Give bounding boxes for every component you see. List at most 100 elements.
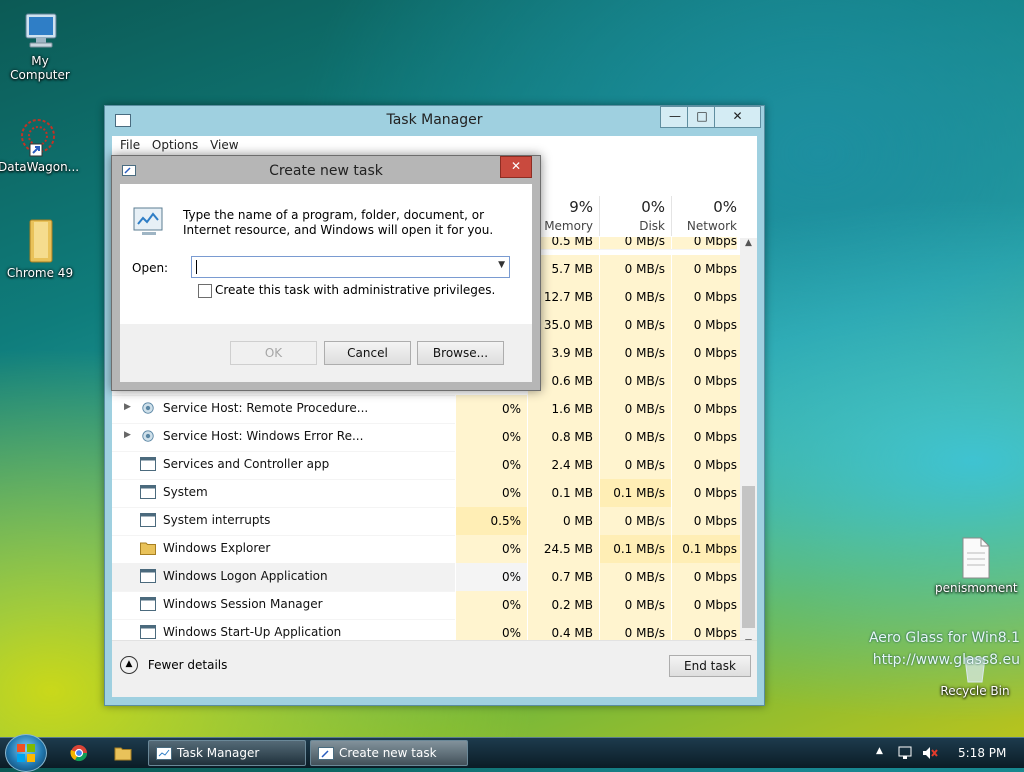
scroll-up-icon[interactable]: ▲ xyxy=(740,238,757,248)
computer-icon xyxy=(25,13,57,48)
network-cell: 0 Mbps xyxy=(671,367,743,395)
chevron-down-icon[interactable]: ▼ xyxy=(498,260,505,270)
memory-cell: 0.8 MB xyxy=(527,423,599,451)
desktop-icon-label: My Computer xyxy=(10,54,70,82)
network-cell: 0 Mbps xyxy=(671,563,743,591)
start-button[interactable] xyxy=(5,734,47,772)
scrollbar-thumb[interactable] xyxy=(742,486,755,628)
close-button[interactable]: ✕ xyxy=(714,106,761,128)
desktop-icon-label: Recycle Bin xyxy=(940,684,1010,698)
dialog-upper-panel: Type the name of a program, folder, docu… xyxy=(120,184,532,324)
text-file-icon xyxy=(962,537,990,579)
disk-cell: 0 MB/s xyxy=(599,339,671,367)
column-header-disk[interactable]: 0% Disk xyxy=(599,196,671,236)
network-cell: 0 Mbps xyxy=(671,339,743,367)
table-row[interactable]: Windows Explorer 0% 24.5 MB 0.1 MB/s 0.1… xyxy=(112,535,743,564)
gear-icon xyxy=(142,430,154,442)
table-row[interactable]: System 0% 0.1 MB 0.1 MB/s 0 Mbps xyxy=(112,479,743,508)
disk-cell: 0.1 MB/s xyxy=(599,535,671,563)
process-name: System interrupts xyxy=(163,513,271,527)
disk-cell: 0 MB/s xyxy=(599,507,671,535)
watermark-line1: Aero Glass for Win8.1 xyxy=(868,630,1020,646)
memory-cell: 2.4 MB xyxy=(527,451,599,479)
fewer-details-button[interactable]: ▲ Fewer details xyxy=(120,656,227,674)
dialog-titlebar[interactable]: Create new task ✕ xyxy=(112,156,540,184)
menu-file[interactable]: File xyxy=(120,138,140,152)
dialog-description: Type the name of a program, folder, docu… xyxy=(183,208,494,237)
expand-arrow-icon[interactable]: ▶ xyxy=(124,402,131,412)
table-row[interactable]: Windows Session Manager 0% 0.2 MB 0 MB/s… xyxy=(112,591,743,620)
open-input[interactable] xyxy=(196,260,197,274)
maximize-button[interactable]: □ xyxy=(687,106,717,128)
process-name: Windows Session Manager xyxy=(163,597,323,611)
admin-privileges-checkbox[interactable] xyxy=(198,284,212,298)
minimize-button[interactable]: — xyxy=(660,106,690,128)
network-icon[interactable] xyxy=(898,746,914,760)
network-cell: 0 Mbps xyxy=(671,451,743,479)
network-cell: 0 Mbps xyxy=(671,395,743,423)
taskbar-item-create-new-task[interactable]: Create new task xyxy=(310,740,468,766)
watermark-line2: http://www.glass8.eu xyxy=(872,652,1020,668)
table-row[interactable]: System interrupts 0.5% 0 MB 0 MB/s 0 Mbp… xyxy=(112,507,743,536)
disk-cell: 0 MB/s xyxy=(599,395,671,423)
process-name: Service Host: Windows Error Re... xyxy=(163,429,364,443)
admin-privileges-label: Create this task with administrative pri… xyxy=(215,283,496,297)
table-row[interactable]: ▶ Service Host: Windows Error Re... 0% 0… xyxy=(112,423,743,452)
folder-icon xyxy=(29,219,53,263)
end-task-button[interactable]: End task xyxy=(669,655,751,677)
browse-button[interactable]: Browse... xyxy=(417,341,504,365)
memory-cell: 1.6 MB xyxy=(527,395,599,423)
disk-cell: 0.1 MB/s xyxy=(599,479,671,507)
file-explorer-icon[interactable] xyxy=(114,745,132,761)
network-cell: 0 Mbps xyxy=(671,423,743,451)
column-header-network[interactable]: 0% Network xyxy=(671,196,743,236)
disk-cell: 0 MB/s xyxy=(599,255,671,283)
show-hidden-icons-icon[interactable]: ▲ xyxy=(876,746,883,756)
disk-cell: 0 MB/s xyxy=(599,367,671,395)
datawagon-icon xyxy=(21,119,55,157)
task-manager-titlebar[interactable]: Task Manager — □ ✕ xyxy=(105,106,764,134)
table-row[interactable]: Services and Controller app 0% 2.4 MB 0 … xyxy=(112,451,743,480)
network-cell: 0 Mbps xyxy=(671,479,743,507)
process-name: Windows Explorer xyxy=(163,541,271,555)
menu-options[interactable]: Options xyxy=(152,138,198,152)
process-name: Service Host: Remote Procedure... xyxy=(163,401,369,415)
clock[interactable]: 5:18 PM xyxy=(958,746,1006,760)
dialog-title: Create new task xyxy=(269,163,383,179)
desktop-icon-penismoment[interactable]: penismoment xyxy=(935,535,1018,595)
app-window-icon xyxy=(140,513,156,527)
task-manager-icon xyxy=(156,747,172,760)
open-label: Open: xyxy=(132,261,169,275)
process-name: System xyxy=(163,485,208,499)
desktop-icon-chrome49[interactable]: Chrome 49 xyxy=(0,216,80,280)
process-name: Windows Start-Up Application xyxy=(163,625,342,639)
desktop-icon-my-computer[interactable]: My Computer xyxy=(0,10,80,82)
open-combobox[interactable]: ▼ xyxy=(191,256,510,278)
chevron-up-icon: ▲ xyxy=(120,656,138,674)
dialog-close-button[interactable]: ✕ xyxy=(500,156,532,178)
expand-arrow-icon[interactable]: ▶ xyxy=(124,430,131,440)
process-name: Windows Logon Application xyxy=(163,569,328,583)
cpu-cell: 0.5% xyxy=(455,507,527,535)
taskbar: Task Manager Create new task ▲ 5:18 PM xyxy=(0,734,1024,772)
volume-muted-icon[interactable] xyxy=(922,746,938,760)
vertical-scrollbar[interactable]: ▲ ▼ xyxy=(740,238,757,648)
table-row[interactable]: Windows Logon Application 0% 0.7 MB 0 MB… xyxy=(112,563,743,592)
folder-icon xyxy=(140,542,156,555)
memory-cell: 0.2 MB xyxy=(527,591,599,619)
process-name: Services and Controller app xyxy=(163,457,330,471)
memory-cell: 0 MB xyxy=(527,507,599,535)
cancel-button[interactable]: Cancel xyxy=(324,341,411,365)
taskbar-item-task-manager[interactable]: Task Manager xyxy=(148,740,306,766)
ok-button[interactable]: OK xyxy=(230,341,317,365)
desktop-icon-datawagon[interactable]: DataWagon... xyxy=(0,116,80,174)
network-cell: 0 Mbps xyxy=(671,311,743,339)
desktop-icon-label: DataWagon... xyxy=(0,160,80,174)
chrome-icon[interactable] xyxy=(70,744,88,762)
network-cell: 0 Mbps xyxy=(671,283,743,311)
table-row[interactable]: ▶ Service Host: Remote Procedure... 0% 1… xyxy=(112,395,743,424)
app-window-icon xyxy=(140,569,156,583)
menu-view[interactable]: View xyxy=(210,138,238,152)
task-manager-footer: ▲ Fewer details End task xyxy=(112,640,757,697)
network-cell: 0 Mbps xyxy=(671,237,737,249)
